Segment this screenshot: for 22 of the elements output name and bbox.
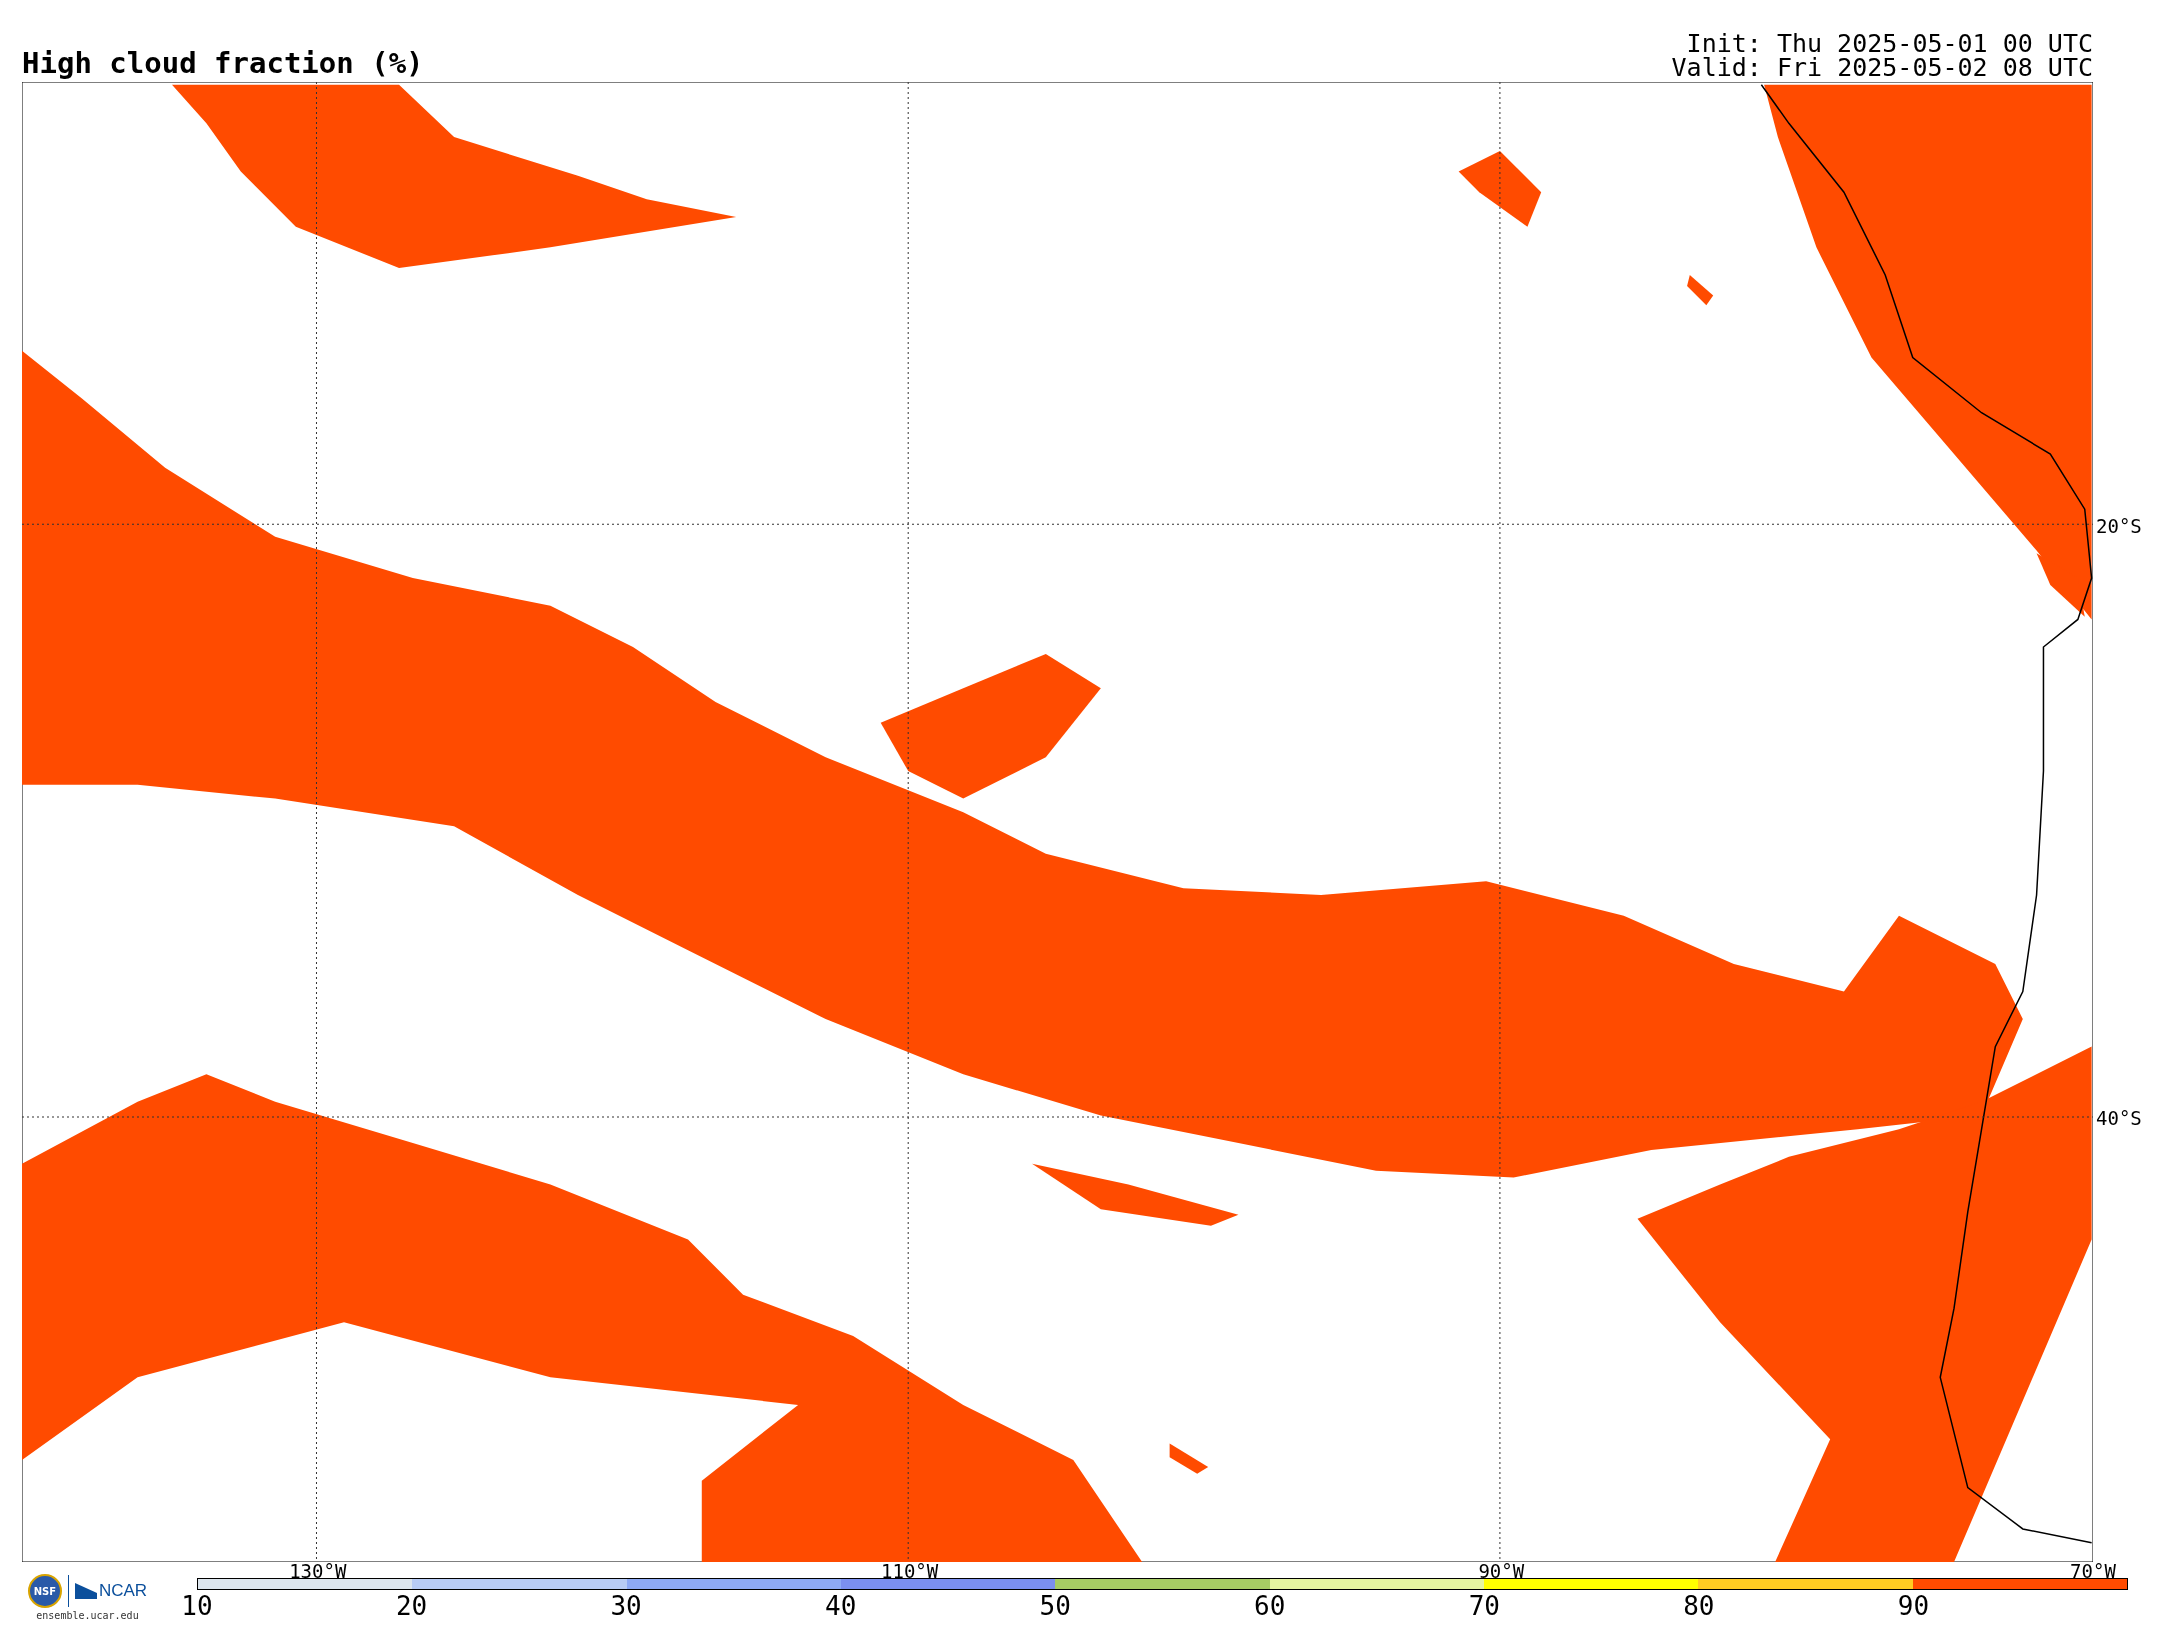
scale-tick-label: 60 bbox=[1254, 1592, 1286, 1620]
latitude-label: 40°S bbox=[2096, 1107, 2142, 1129]
forecast-time-label: Init: Thu 2025-05-01 00 UTC bbox=[1686, 32, 2093, 56]
longitude-label: 130°W bbox=[289, 1562, 347, 1581]
scale-tick-label: 30 bbox=[610, 1592, 642, 1620]
longitude-label: 70°W bbox=[2070, 1562, 2116, 1581]
scale-tick-label: 80 bbox=[1683, 1592, 1715, 1620]
longitude-label: 90°W bbox=[1478, 1562, 1525, 1581]
wave-logo-icon bbox=[74, 1583, 97, 1599]
scale-tick-label: 50 bbox=[1039, 1592, 1071, 1620]
scale-tick-label: 40 bbox=[825, 1592, 857, 1620]
seal-logo: NSF bbox=[27, 1574, 62, 1608]
map-title: High cloud fraction (%) bbox=[22, 49, 424, 78]
ncar-logo-text: NCAR bbox=[98, 1581, 148, 1601]
latitude-label: 20°S bbox=[2096, 515, 2142, 537]
scale-tick-label: 70 bbox=[1468, 1592, 1500, 1620]
scale-tick-label: 20 bbox=[395, 1592, 428, 1620]
website-url: ensemble.ucar.edu bbox=[36, 1610, 139, 1621]
longitude-label: 110°W bbox=[881, 1562, 939, 1581]
scale-tick-label: 10 bbox=[181, 1592, 213, 1620]
forecast-time-label: Valid: Fri 2025-05-02 08 UTC bbox=[1671, 56, 2093, 80]
scale-tick-label: 90 bbox=[1897, 1592, 1930, 1620]
